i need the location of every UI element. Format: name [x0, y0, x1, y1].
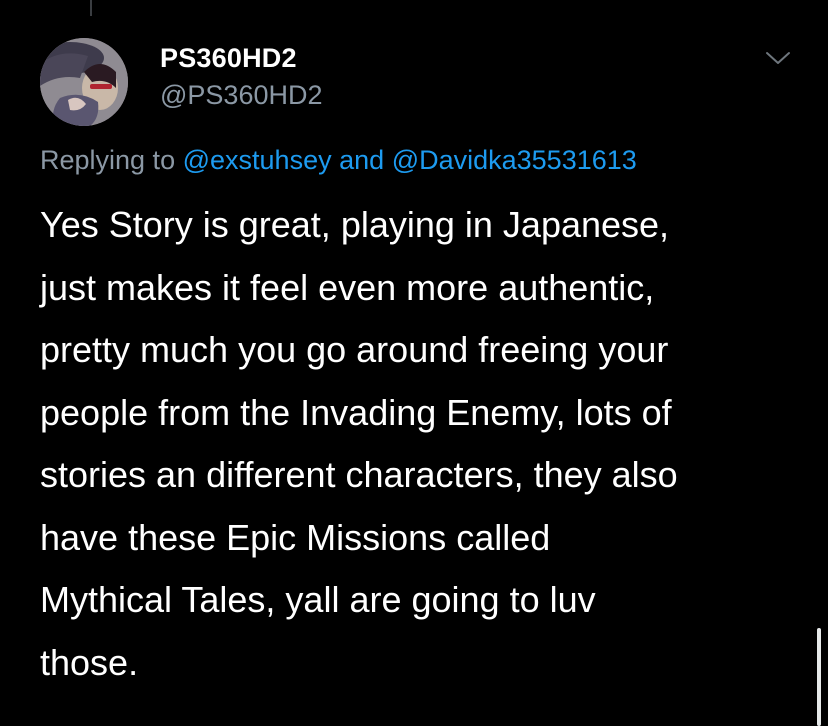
scrollbar[interactable] [817, 628, 821, 726]
mention-connector: and [339, 145, 385, 175]
tweet-text-line: Yes Story is great, playing in Japanese, [40, 204, 670, 245]
tweet-text-line: people from the Invading Enemy, lots of [40, 391, 672, 433]
tweet-text-line: just makes it feel even more authentic, [40, 266, 655, 308]
chevron-down-icon[interactable] [764, 48, 792, 68]
avatar[interactable] [40, 38, 128, 126]
replying-to-line: Replying to @exstuhsey and @Davidka35531… [40, 145, 637, 176]
author-display-name[interactable]: PS360HD2 [160, 43, 297, 74]
tweet-text-line: have these Epic Missions called [40, 516, 551, 558]
tweet-text-line: Mythical Tales, yall are going to luv [40, 579, 596, 620]
author-handle[interactable]: @PS360HD2 [160, 80, 323, 111]
tweet-text-line: stories an different characters, they al… [40, 454, 678, 495]
avatar-icon [40, 38, 128, 126]
tweet-text-line: pretty much you go around freeing your [40, 329, 669, 370]
mention-link[interactable]: @exstuhsey [183, 145, 332, 175]
tweet-text: Yes Story is great, playing in Japanese,… [40, 194, 810, 694]
mention-link[interactable]: @Davidka35531613 [392, 145, 637, 175]
thread-connector-line [90, 0, 92, 16]
replying-to-label: Replying to [40, 145, 176, 175]
tweet-text-line: those. [40, 641, 139, 683]
